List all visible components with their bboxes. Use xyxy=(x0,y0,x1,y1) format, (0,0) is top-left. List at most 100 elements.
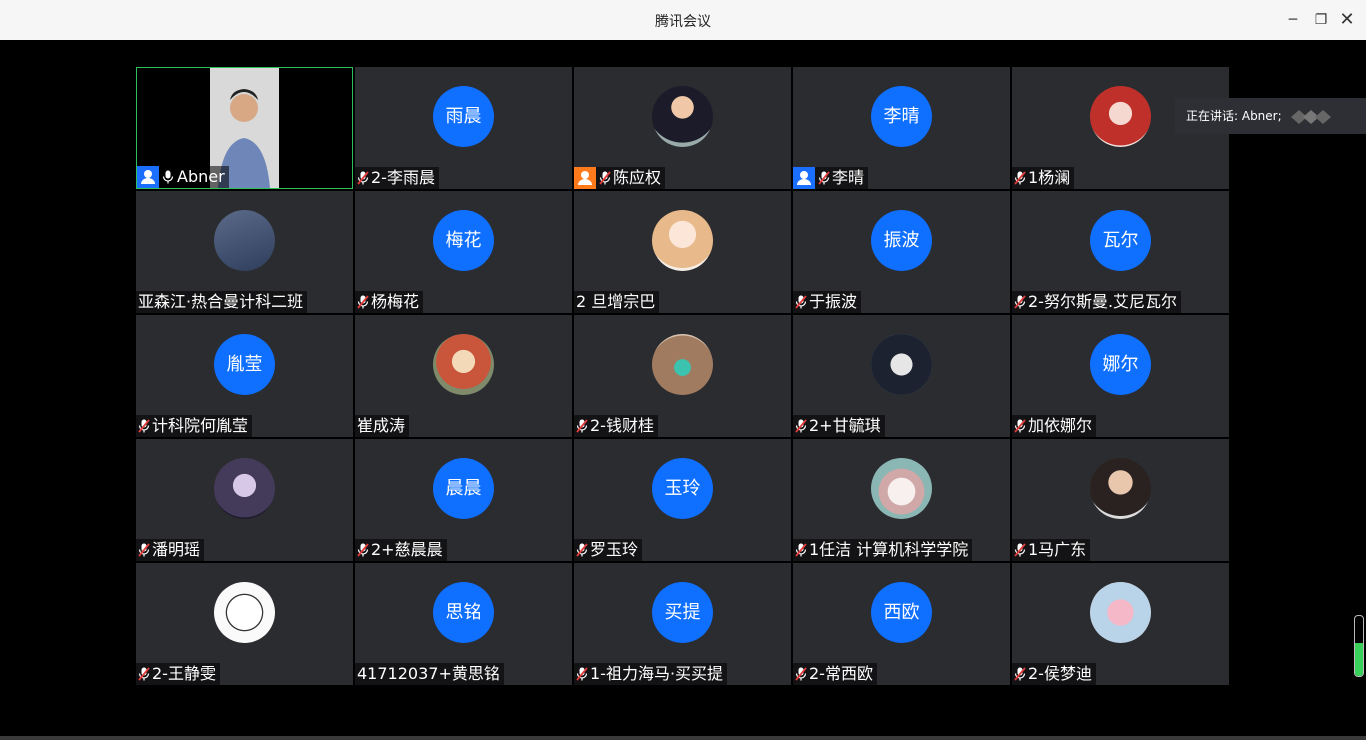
avatar-initials: 娜尔 xyxy=(1090,334,1151,395)
participant-name: 1任洁 计算机科学学院 xyxy=(809,540,969,559)
participant-tile[interactable]: 2+甘毓琪 xyxy=(793,315,1010,437)
participant-name: 2-李雨晨 xyxy=(371,168,435,187)
avatar-photo xyxy=(652,86,713,147)
participant-tile[interactable]: 2 旦增宗巴 xyxy=(574,191,791,313)
participant-name-label: 亚森江·热合曼计科二班 xyxy=(136,291,308,313)
maximize-button[interactable]: ❐ xyxy=(1311,10,1331,30)
participant-name: 计科院何胤莹 xyxy=(152,416,249,435)
participant-tile[interactable]: 玉玲罗玉玲 xyxy=(574,439,791,561)
host-user-icon xyxy=(793,167,815,189)
participant-tile[interactable]: 瓦尔 2-努尔斯曼.艾尼瓦尔 xyxy=(1012,191,1229,313)
participant-name-label: 陈应权 xyxy=(574,167,666,189)
participant-tile[interactable]: 崔成涛 xyxy=(355,315,572,437)
avatar-photo xyxy=(1090,458,1151,519)
mic-level-meter xyxy=(1354,615,1364,677)
participant-tile[interactable]: 陈应权 xyxy=(574,67,791,189)
host-user-icon xyxy=(574,167,596,189)
avatar-photo xyxy=(1090,86,1151,147)
participant-name-label: 2-努尔斯曼.艾尼瓦尔 xyxy=(1012,291,1182,313)
mic-muted-icon xyxy=(138,419,150,433)
participant-name-label: 加依娜尔 xyxy=(1012,415,1097,437)
participant-name: 亚森江·热合曼计科二班 xyxy=(138,292,304,311)
participant-name-label: 于振波 xyxy=(793,291,862,313)
mic-muted-icon xyxy=(1014,667,1026,681)
participant-tile[interactable]: 2-王静雯 xyxy=(136,563,353,685)
avatar-initials: 瓦尔 xyxy=(1090,210,1151,271)
avatar-photo xyxy=(214,210,275,271)
participant-tile[interactable]: 西欧 2-常西欧 xyxy=(793,563,1010,685)
participant-tile[interactable]: 晨晨 2+慈晨晨 xyxy=(355,439,572,561)
participant-name: 杨梅花 xyxy=(371,292,420,311)
participant-name: 1-祖力海马·买买提 xyxy=(590,664,724,683)
avatar-photo xyxy=(652,210,713,271)
mic-muted-icon xyxy=(1014,295,1026,309)
participant-tile[interactable]: 梅花杨梅花 xyxy=(355,191,572,313)
mic-muted-icon xyxy=(795,543,807,557)
participant-tile[interactable]: 亚森江·热合曼计科二班 xyxy=(136,191,353,313)
participant-name: 2-钱财桂 xyxy=(590,416,654,435)
avatar-initials: 玉玲 xyxy=(652,458,713,519)
mic-muted-icon xyxy=(357,171,369,185)
participant-tile[interactable]: 1任洁 计算机科学学院 xyxy=(793,439,1010,561)
avatar-initials: 雨晨 xyxy=(433,86,494,147)
mic-muted-icon xyxy=(1014,171,1026,185)
mic-on-icon xyxy=(162,170,174,184)
participant-name-label: 2-钱财桂 xyxy=(574,415,658,437)
avatar-initials: 西欧 xyxy=(871,582,932,643)
window-title: 腾讯会议 xyxy=(655,14,711,30)
participant-name-label: 2-李雨晨 xyxy=(355,167,439,189)
avatar-initials: 思铭 xyxy=(433,582,494,643)
mic-muted-icon xyxy=(576,419,588,433)
participant-name: 2-常西欧 xyxy=(809,664,873,683)
participant-name: 41712037+黄思铭 xyxy=(357,664,500,683)
host-user-icon xyxy=(137,166,159,188)
avatar-initials: 买提 xyxy=(652,582,713,643)
participant-name-label: 潘明瑶 xyxy=(136,539,205,561)
participant-tile[interactable]: 1马广东 xyxy=(1012,439,1229,561)
participant-name: 于振波 xyxy=(809,292,858,311)
participant-name: 2-努尔斯曼.艾尼瓦尔 xyxy=(1028,292,1178,311)
participant-name-label: 杨梅花 xyxy=(355,291,424,313)
participant-tile[interactable]: 2-钱财桂 xyxy=(574,315,791,437)
participant-tile[interactable]: 潘明瑶 xyxy=(136,439,353,561)
participant-tile[interactable]: 买提 1-祖力海马·买买提 xyxy=(574,563,791,685)
avatar-photo xyxy=(1090,582,1151,643)
participant-name-label: 2+慈晨晨 xyxy=(355,539,447,561)
mic-muted-icon xyxy=(1014,543,1026,557)
avatar-initials: 李晴 xyxy=(871,86,932,147)
close-button[interactable]: ✕ xyxy=(1337,10,1357,30)
mic-muted-icon xyxy=(357,295,369,309)
participant-tile[interactable]: 李晴 李晴 xyxy=(793,67,1010,189)
avatar-initials: 胤莹 xyxy=(214,334,275,395)
participant-name-label: 1杨澜 xyxy=(1012,167,1075,189)
participant-name: 2-侯梦迪 xyxy=(1028,664,1092,683)
participant-tile[interactable]: 振波 于振波 xyxy=(793,191,1010,313)
participant-tile[interactable]: 胤莹计科院何胤莹 xyxy=(136,315,353,437)
participant-tile[interactable]: 雨晨 2-李雨晨 xyxy=(355,67,572,189)
participant-name: 罗玉玲 xyxy=(590,540,639,559)
participant-tile[interactable]: 2-侯梦迪 xyxy=(1012,563,1229,685)
participant-tile[interactable]: Abner xyxy=(136,67,353,189)
minimize-button[interactable]: ─ xyxy=(1283,10,1303,30)
participant-tile[interactable]: 思铭 41712037+黄思铭 xyxy=(355,563,572,685)
participant-tile[interactable]: 娜尔加依娜尔 xyxy=(1012,315,1229,437)
avatar-initials: 晨晨 xyxy=(433,458,494,519)
participant-name: 2 旦增宗巴 xyxy=(576,292,656,311)
participant-name-label: 2-王静雯 xyxy=(136,663,220,685)
mic-level-fill xyxy=(1355,643,1363,676)
participant-name: Abner xyxy=(177,167,225,186)
participant-grid: Abner 雨晨 2-李雨晨 陈应权 李晴 李晴 1杨澜 亚森江·热合曼计科二班 梅花 杨梅花 2 … xyxy=(136,67,1229,685)
avatar-photo xyxy=(871,458,932,519)
participant-name-label: 1-祖力海马·买买提 xyxy=(574,663,728,685)
avatar-initials: 梅花 xyxy=(433,210,494,271)
participant-name-label: 罗玉玲 xyxy=(574,539,643,561)
avatar-photo xyxy=(214,582,275,643)
mic-muted-icon xyxy=(818,171,830,185)
participant-name: 2+慈晨晨 xyxy=(371,540,443,559)
mic-muted-icon xyxy=(576,667,588,681)
mic-muted-icon xyxy=(1014,419,1026,433)
speaking-indicator: 正在讲话: Abner; xyxy=(1175,98,1366,134)
mic-muted-icon xyxy=(599,171,611,185)
participant-name-label: 2-侯梦迪 xyxy=(1012,663,1096,685)
participant-name-label: Abner xyxy=(137,166,229,188)
